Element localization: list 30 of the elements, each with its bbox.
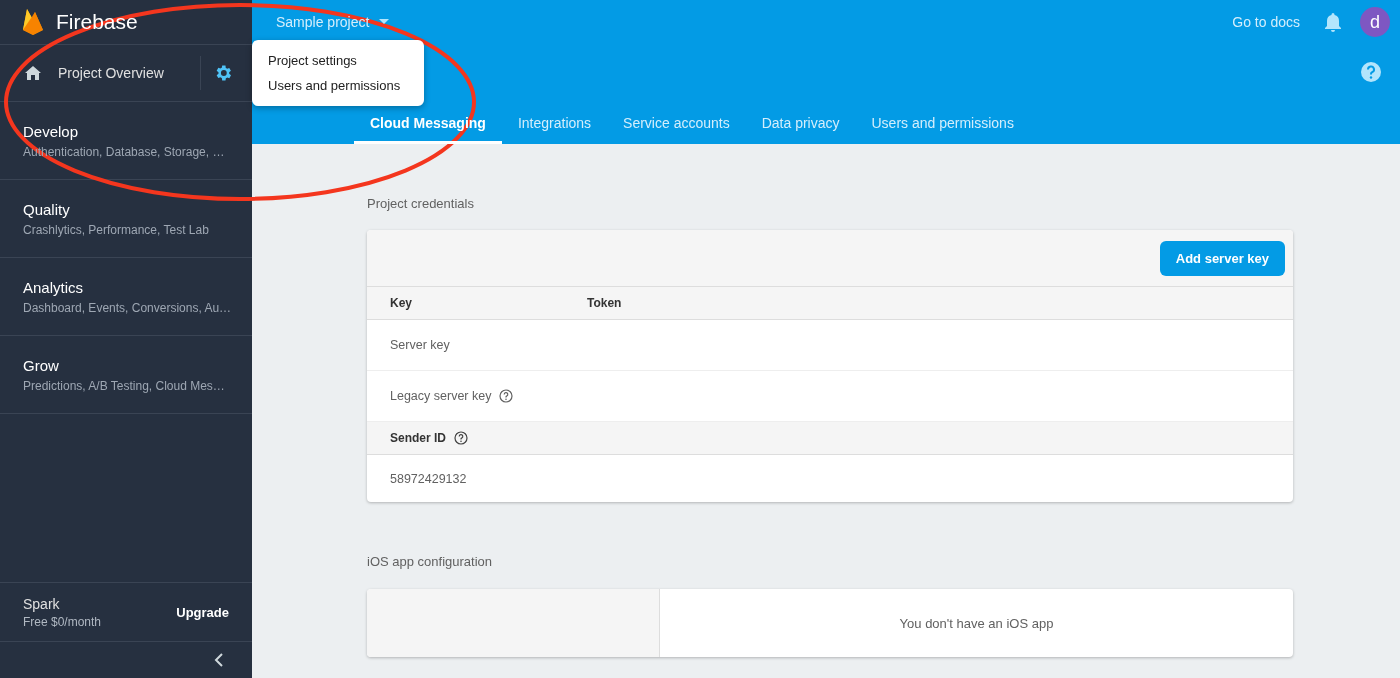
table-cell: 58972429132: [390, 471, 467, 486]
add-server-key-button[interactable]: Add server key: [1159, 240, 1285, 276]
project-overview-link[interactable]: Project Overview: [24, 65, 200, 81]
home-icon: [24, 65, 42, 81]
section-title: Project credentials: [367, 196, 475, 211]
flame-logo-icon: [22, 8, 44, 36]
project-dropdown[interactable]: Sample project: [276, 14, 390, 30]
tab[interactable]: Users and permissions: [855, 115, 1030, 144]
plan-name: Spark: [23, 595, 61, 612]
table-cell: Server key: [390, 338, 450, 352]
caret-icon: [379, 19, 390, 25]
nav-section[interactable]: Grow Predictions, A/B Testing, Cloud Mes…: [0, 336, 252, 414]
column-header: Token: [587, 296, 622, 310]
help-icon[interactable]: [499, 389, 514, 403]
section-title: iOS app configuration: [367, 554, 494, 569]
table-cell: Legacy server key: [390, 389, 492, 403]
help-icon[interactable]: [454, 431, 468, 445]
column-header: Sender ID: [390, 431, 446, 445]
upgrade-button[interactable]: Upgrade: [176, 604, 229, 620]
plan-price: Free $0/month: [23, 614, 103, 629]
user-avatar[interactable]: d: [1360, 7, 1390, 37]
tab[interactable]: Service accounts: [607, 115, 746, 144]
empty-message: You don't have an iOS app: [899, 615, 1054, 631]
menu-item[interactable]: Project settings: [252, 48, 424, 73]
menu-item[interactable]: Users and permissions: [252, 73, 424, 98]
nav-section[interactable]: Analytics Dashboard, Events, Conversions, Au…: [0, 258, 252, 336]
column-header: Key: [390, 296, 413, 310]
tab[interactable]: Data privacy: [745, 115, 856, 144]
collapse-chevron-icon[interactable]: [214, 653, 224, 667]
nav-section[interactable]: Quality Crashlytics, Performance, Test Lab: [0, 180, 252, 258]
